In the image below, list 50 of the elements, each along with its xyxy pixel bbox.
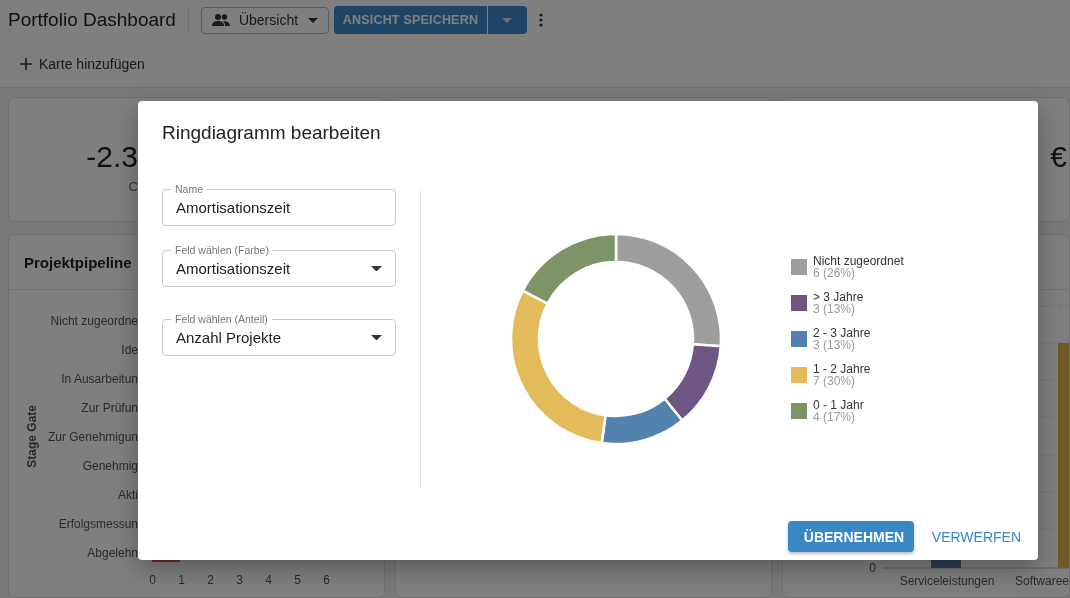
tick-label: 6 <box>322 573 331 587</box>
legend-label: 2 - 3 Jahre <box>813 326 871 339</box>
legend-value: 6 (26%) <box>813 266 856 279</box>
axis-title: Stage Gate <box>25 405 39 468</box>
legend-value: 3 (13%) <box>813 302 857 315</box>
dropdown-button[interactable] <box>487 6 527 34</box>
people-icon <box>211 14 230 26</box>
view-selector[interactable]: Übersicht <box>200 6 329 34</box>
kpi-caption: C <box>128 178 138 196</box>
tick-label: 4 <box>264 573 273 587</box>
tick-label: 5 <box>293 573 302 587</box>
kpi-value: € <box>1050 140 1067 174</box>
more-icon[interactable] <box>538 13 543 27</box>
axis-label: In Ausarbeitun <box>60 371 138 386</box>
card-title: Projektpipeline <box>24 253 132 271</box>
legend-value: 7 (30%) <box>813 374 857 387</box>
legend-value: 3 (13%) <box>813 338 857 351</box>
add-card-button[interactable]: Karte hinzufügen <box>20 55 145 72</box>
legend-label: 1 - 2 Jahre <box>813 362 871 375</box>
axis-label: Akti <box>117 487 138 502</box>
axis-label: Erfolgsmessun <box>57 516 138 531</box>
dialog-title: Ringdiagramm bearbeiten <box>162 121 382 145</box>
caret-icon <box>502 17 513 23</box>
axis-label: Zur Prüfun <box>80 400 138 415</box>
legend-label: 0 - 1 Jahr <box>813 398 864 411</box>
legend-value: 4 (17%) <box>813 410 857 423</box>
tick-label: 0 <box>869 561 876 575</box>
tick-label: 2 <box>206 573 215 587</box>
axis-label: Genehmig <box>81 458 138 473</box>
caret-icon <box>371 334 382 341</box>
caret-icon <box>307 17 318 23</box>
dashboard-title: Portfolio Dashboard <box>8 9 176 31</box>
kpi-value: -2.3 <box>86 140 138 174</box>
axis-label: Ide <box>120 342 138 357</box>
tick-label: 1 <box>177 573 186 587</box>
axis-label: Serviceleistungen <box>899 574 995 588</box>
legend-label: Nicht zugeordnet <box>813 254 904 267</box>
plus-icon <box>20 57 32 70</box>
apply-button[interactable]: ÜBERNEHMEN <box>787 521 914 552</box>
axis-label: Abgelehn <box>86 545 138 560</box>
axis-label: Zur Genehmigun <box>46 429 138 444</box>
save-button[interactable]: ANSICHT SPEICHERN <box>333 6 487 34</box>
axis-label: Nicht zugeordne <box>49 313 138 328</box>
legend-label: > 3 Jahre <box>813 290 864 303</box>
caret-icon <box>371 265 382 272</box>
tick-label: 0 <box>148 573 157 587</box>
chart-bar <box>931 560 961 568</box>
discard-button[interactable]: VERWERFEN <box>923 521 1029 552</box>
axis-label: Softwaree <box>1015 574 1069 588</box>
tick-label: 3 <box>235 573 244 587</box>
